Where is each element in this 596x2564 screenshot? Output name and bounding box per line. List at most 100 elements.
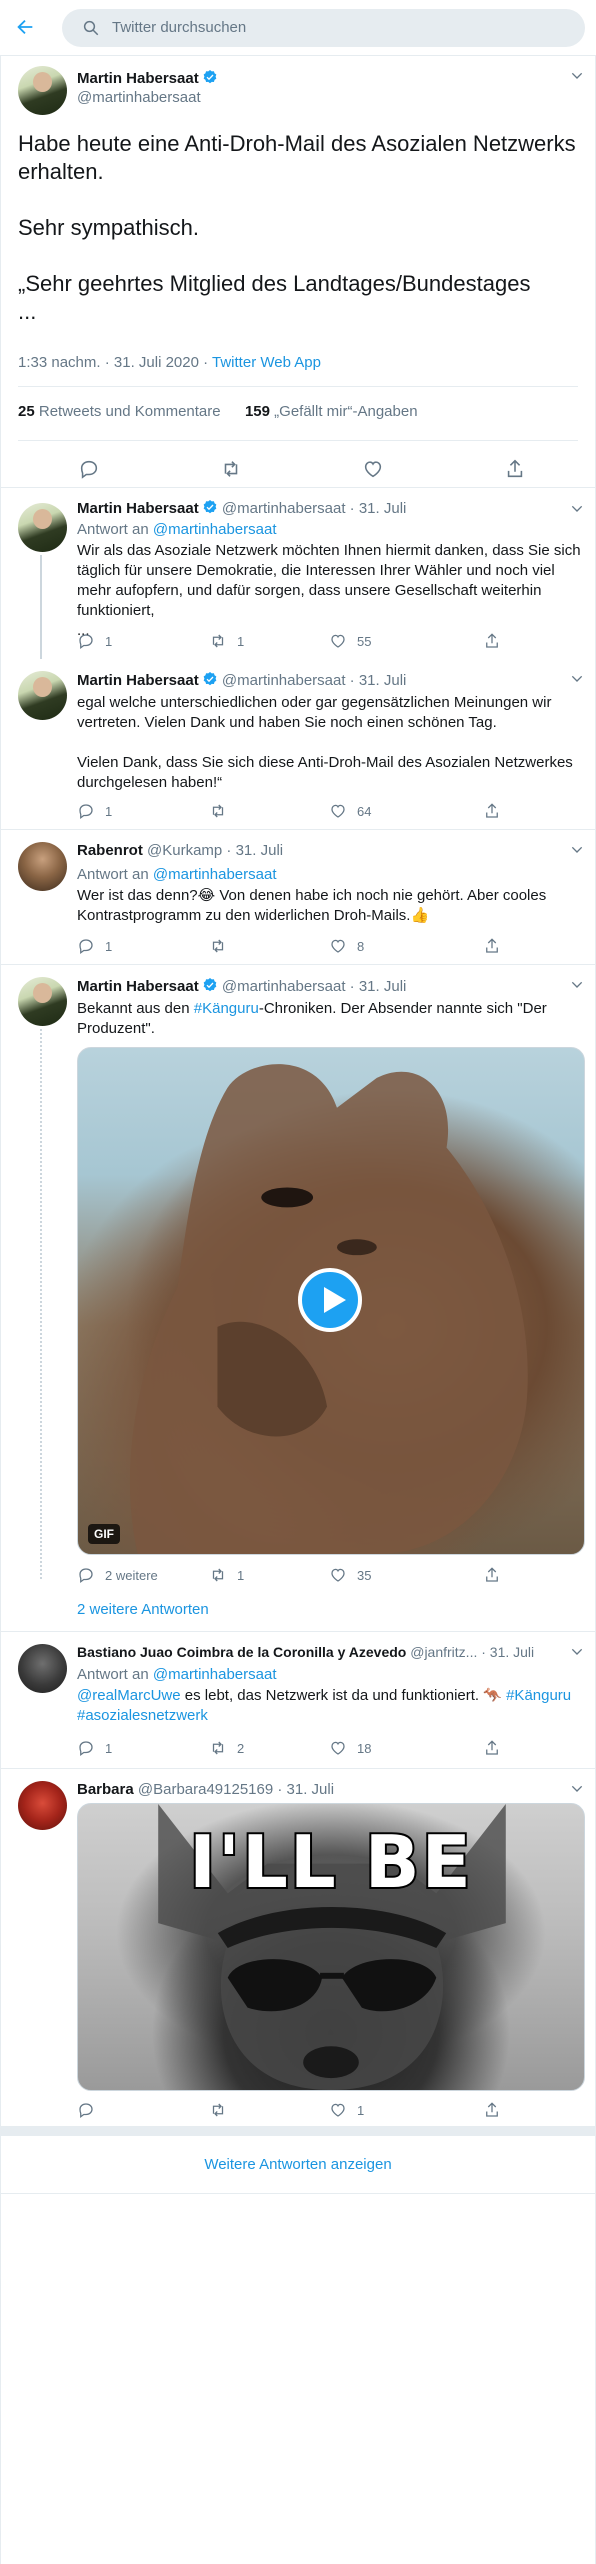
retweets-stat[interactable]: 25 Retweets und Kommentare xyxy=(18,403,221,420)
chevron-down-icon[interactable] xyxy=(569,1644,585,1660)
tweet-time[interactable]: 1:33 nachm. · 31. Juli 2020 · xyxy=(18,354,212,371)
share-icon xyxy=(483,632,501,650)
show-more-replies-button[interactable]: Weitere Antworten anzeigen xyxy=(0,2136,596,2194)
like-action[interactable]: 55 xyxy=(329,631,371,651)
share-action[interactable] xyxy=(483,1565,511,1585)
author-name[interactable]: Martin Habersaat xyxy=(77,672,199,689)
author-handle[interactable]: @martinhabersaat · 31. Juli xyxy=(222,672,406,689)
meme-image[interactable]: I'LL BE xyxy=(77,1803,585,2091)
reply-context: Antwort an @martinhabersaat xyxy=(77,1666,277,1683)
avatar[interactable] xyxy=(18,842,67,891)
author-name[interactable]: Bastiano Juao Coimbra de la Coronilla y … xyxy=(77,1644,406,1660)
like-action[interactable]: 18 xyxy=(329,1738,371,1758)
author-handle[interactable]: @janfritz... · 31. Juli xyxy=(410,1644,534,1660)
reply-action[interactable] xyxy=(77,2100,105,2120)
like-action[interactable]: 1 xyxy=(329,2100,364,2120)
chevron-down-icon[interactable] xyxy=(569,977,585,993)
chevron-down-icon[interactable] xyxy=(569,842,585,858)
share-icon[interactable] xyxy=(504,458,526,480)
author-handle[interactable]: @martinhabersaat xyxy=(77,89,218,106)
author-name[interactable]: Barbara xyxy=(77,1781,134,1798)
like-icon[interactable] xyxy=(362,458,384,480)
tweet-client[interactable]: Twitter Web App xyxy=(212,354,321,371)
author-handle[interactable]: @martinhabersaat · 31. Juli xyxy=(222,500,406,517)
reply-count: 1 xyxy=(105,938,113,954)
reply-context: Antwort an @martinhabersaat xyxy=(77,866,277,883)
mention-link[interactable]: @martinhabersaat xyxy=(153,1666,277,1683)
action-bar: 1 2 18 xyxy=(77,1738,537,1758)
divider xyxy=(18,440,578,441)
search-input[interactable]: Twitter durchsuchen xyxy=(62,9,585,47)
share-icon xyxy=(483,1739,501,1757)
retweet-action[interactable]: 1 xyxy=(209,1565,244,1585)
reply-icon[interactable] xyxy=(78,458,100,480)
reply-action[interactable]: 1 xyxy=(77,936,112,956)
share-action[interactable] xyxy=(483,801,511,821)
mention-link[interactable]: @martinhabersaat xyxy=(153,521,277,538)
retweet-icon[interactable] xyxy=(220,458,242,480)
tweet-text: Wir als das Asoziale Netzwerk möchten Ih… xyxy=(77,542,581,639)
author-name[interactable]: Martin Habersaat xyxy=(77,70,199,87)
avatar[interactable] xyxy=(18,1781,67,1830)
reply-action[interactable]: 2 weitere xyxy=(77,1565,158,1585)
author-name[interactable]: Martin Habersaat xyxy=(77,500,199,517)
mention-link[interactable]: @realMarcUwe xyxy=(77,1687,181,1704)
author-handle[interactable]: @Kurkamp · 31. Juli xyxy=(147,842,283,859)
tweet-header: Martin Habersaat @martinhabersaat · 31. … xyxy=(77,977,406,995)
avatar[interactable] xyxy=(18,1644,67,1693)
back-arrow-icon[interactable] xyxy=(14,16,36,38)
reply-action[interactable]: 1 xyxy=(77,801,112,821)
hashtag-link[interactable]: #Känguru xyxy=(506,1687,571,1704)
thread-line xyxy=(40,1029,42,1581)
play-icon[interactable] xyxy=(298,1268,362,1332)
chevron-down-icon[interactable] xyxy=(569,1781,585,1797)
author-name[interactable]: Martin Habersaat xyxy=(77,978,199,995)
author-handle[interactable]: @Barbara49125169 · 31. Juli xyxy=(138,1781,334,1798)
gif-badge: GIF xyxy=(88,1524,120,1544)
hashtag-link[interactable]: #Känguru xyxy=(194,1000,259,1017)
hashtag-link[interactable]: #asozialesnetzwerk xyxy=(77,1707,208,1724)
share-action[interactable] xyxy=(483,2100,511,2120)
retweet-action[interactable] xyxy=(209,2100,237,2120)
reply-icon xyxy=(77,1739,95,1757)
tweet-stats: 25 Retweets und Kommentare 159 „Gefällt … xyxy=(18,403,418,420)
action-bar: 2 weitere 1 35 xyxy=(77,1565,537,1585)
reply-tweet: Martin Habersaat @martinhabersaat · 31. … xyxy=(0,489,596,659)
retweet-action[interactable] xyxy=(209,936,237,956)
reply-action[interactable]: 1 xyxy=(77,631,112,651)
avatar[interactable] xyxy=(18,66,67,115)
like-count: 18 xyxy=(357,1740,372,1756)
chevron-down-icon[interactable] xyxy=(569,68,585,84)
like-action[interactable]: 64 xyxy=(329,801,371,821)
top-bar: Twitter durchsuchen xyxy=(0,0,596,56)
gif-media[interactable]: GIF xyxy=(77,1047,585,1555)
author-name[interactable]: Rabenrot xyxy=(77,842,143,859)
verified-badge-icon xyxy=(202,499,218,515)
reply-count: 2 weitere xyxy=(105,1567,158,1583)
reply-context: Antwort an @martinhabersaat xyxy=(77,521,277,538)
retweet-action[interactable] xyxy=(209,801,237,821)
chevron-down-icon[interactable] xyxy=(569,671,585,687)
verified-badge-icon xyxy=(202,671,218,687)
retweet-icon xyxy=(209,1739,227,1757)
like-action[interactable]: 8 xyxy=(329,936,364,956)
reply-tweet: Martin Habersaat @martinhabersaat · 31. … xyxy=(0,965,596,1631)
section-separator xyxy=(0,2126,596,2136)
share-action[interactable] xyxy=(483,631,511,651)
mention-link[interactable]: @martinhabersaat xyxy=(153,866,277,883)
like-action[interactable]: 35 xyxy=(329,1565,371,1585)
avatar[interactable] xyxy=(18,671,67,720)
avatar[interactable] xyxy=(18,503,67,552)
author-handle[interactable]: @martinhabersaat · 31. Juli xyxy=(222,978,406,995)
more-replies-link[interactable]: 2 weitere Antworten xyxy=(77,1601,209,1618)
share-action[interactable] xyxy=(483,936,511,956)
reply-action[interactable]: 1 xyxy=(77,1738,112,1758)
share-icon xyxy=(483,1566,501,1584)
share-action[interactable] xyxy=(483,1738,511,1758)
avatar[interactable] xyxy=(18,977,67,1026)
chevron-down-icon[interactable] xyxy=(569,501,585,517)
retweet-action[interactable]: 2 xyxy=(209,1738,244,1758)
likes-stat[interactable]: 159 „Gefällt mir“-Angaben xyxy=(245,403,418,420)
retweet-action[interactable]: 1 xyxy=(209,631,244,651)
reply-tweet: Rabenrot @Kurkamp · 31. Juli Antwort an … xyxy=(0,830,596,964)
